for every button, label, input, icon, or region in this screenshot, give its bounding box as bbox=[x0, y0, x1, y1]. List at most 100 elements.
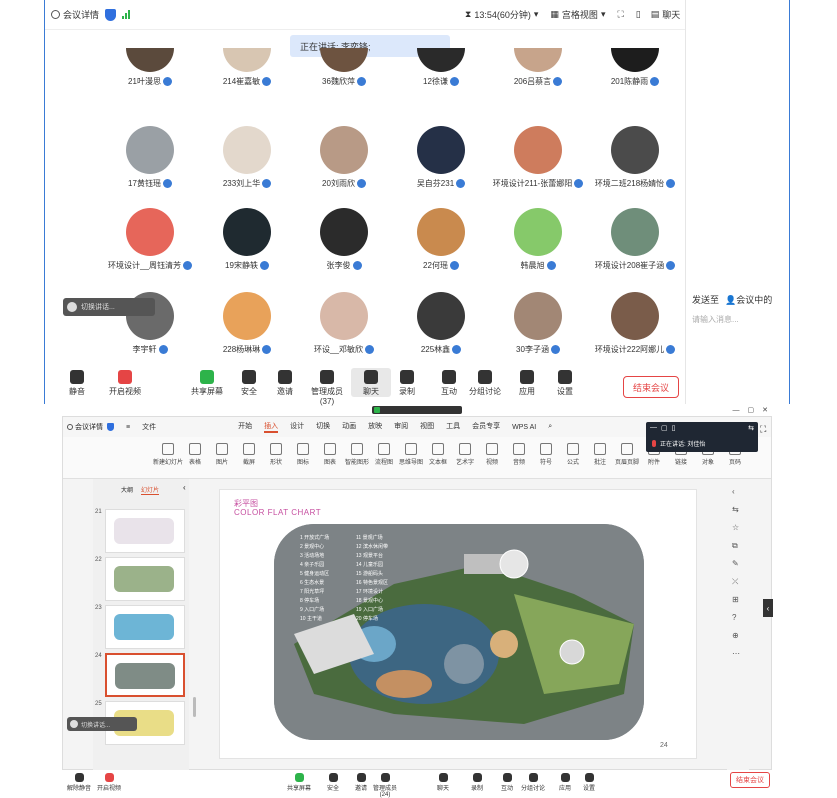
participant-tile[interactable]: 19宋静轶 bbox=[192, 208, 302, 271]
wps-details[interactable]: 会议详情 bbox=[67, 422, 103, 432]
participant-tile[interactable]: 30李子涵 bbox=[483, 292, 593, 355]
side-tool-icon[interactable]: ⋯ bbox=[732, 649, 740, 658]
wps-tab[interactable]: 视图 bbox=[420, 421, 434, 433]
search-icon[interactable]: ⌕ bbox=[548, 423, 552, 431]
ribbon-button[interactable]: 形状 bbox=[261, 443, 291, 466]
menu-file[interactable]: 文件 bbox=[142, 422, 156, 432]
toolbar-members-button[interactable]: 管理成员(24) bbox=[368, 770, 402, 798]
wps-tab[interactable]: 工具 bbox=[446, 421, 460, 433]
toolbar-breakout-button[interactable]: 分组讨论 bbox=[516, 770, 550, 792]
slide-thumbnail[interactable] bbox=[105, 509, 185, 553]
ribbon-button[interactable]: 文本框 bbox=[423, 443, 453, 466]
side-tool-icon[interactable]: ⤫ bbox=[732, 577, 738, 587]
layout-icon[interactable]: ▯ bbox=[636, 9, 641, 20]
participant-tile[interactable]: 环境设计211-张蕾娜阳 bbox=[483, 126, 593, 189]
collapse-icon[interactable]: ‹ bbox=[183, 483, 186, 492]
ribbon-button[interactable]: 符号 bbox=[531, 443, 561, 466]
wps-tab[interactable]: 切换 bbox=[316, 421, 330, 433]
tab-outline[interactable]: 大纲 bbox=[121, 485, 133, 495]
participant-tile[interactable]: 17黄钰瑶 bbox=[95, 126, 205, 189]
participant-tile[interactable]: 张李俊 bbox=[289, 208, 399, 271]
view-mode-button[interactable]: ▦ 宫格视图 ▾ bbox=[550, 8, 605, 21]
toolbar-record-button[interactable]: 录制 bbox=[387, 368, 427, 397]
participant-tile[interactable]: 环境设计208崔子涵 bbox=[580, 208, 690, 271]
participant-tile[interactable]: 36魏欣萍 bbox=[289, 48, 399, 87]
participant-tile[interactable]: 21叶漫思 bbox=[95, 48, 205, 87]
maximize-icon[interactable]: ▢ bbox=[748, 406, 755, 414]
mini-settings-icon[interactable]: ⇆ bbox=[748, 424, 754, 432]
side-tool-icon[interactable]: ‹ bbox=[732, 487, 735, 496]
wps-tab[interactable]: 放映 bbox=[368, 421, 382, 433]
participant-tile[interactable]: 韩晨旭 bbox=[483, 208, 593, 271]
participant-tile[interactable]: 环境二班218杨婧怡 bbox=[580, 126, 690, 189]
security-shield-icon[interactable] bbox=[105, 8, 117, 21]
toolbar-interact-button[interactable]: 互动 bbox=[429, 368, 469, 397]
thumb-scrollbar[interactable] bbox=[193, 697, 196, 717]
wps-tab[interactable]: 设计 bbox=[290, 421, 304, 433]
wps-tab[interactable]: 审阅 bbox=[394, 421, 408, 433]
wps-ai-button[interactable]: WPS AI bbox=[512, 424, 536, 431]
participant-tile[interactable]: 233刘上华 bbox=[192, 126, 302, 189]
participant-tile[interactable]: 214崔嘉敏 bbox=[192, 48, 302, 87]
ribbon-button[interactable]: 智能图形 bbox=[342, 443, 372, 466]
toolbar-members-button[interactable]: 管理成员(37) bbox=[307, 368, 347, 406]
ribbon-button[interactable]: 音频 bbox=[504, 443, 534, 466]
ribbon-button[interactable]: 图标 bbox=[288, 443, 318, 466]
ribbon-button[interactable]: 艺术字 bbox=[450, 443, 480, 466]
lower-end-meeting-button[interactable]: 结束会议 bbox=[730, 772, 770, 788]
participant-tile[interactable]: 201陈静雨 bbox=[580, 48, 690, 87]
participant-tile[interactable]: 206吕蔡言 bbox=[483, 48, 593, 87]
ribbon-button[interactable]: 视频 bbox=[477, 443, 507, 466]
participant-tile[interactable]: 吴自芬231 bbox=[386, 126, 496, 189]
side-tool-icon[interactable]: ☆ bbox=[732, 523, 739, 532]
participant-tile[interactable]: 22何瑶 bbox=[386, 208, 496, 271]
toolbar-mute-button[interactable]: 静音 bbox=[57, 368, 97, 397]
meeting-timer[interactable]: ⧗ 13:54(60分钟) ▾ bbox=[465, 8, 538, 21]
minimize-icon[interactable]: — bbox=[733, 407, 740, 414]
toolbar-record-button[interactable]: 录制 bbox=[460, 770, 494, 792]
side-tool-icon[interactable]: ⧉ bbox=[732, 541, 738, 551]
participant-tile[interactable]: 环设__邓敏欣 bbox=[289, 292, 399, 355]
chat-target-select[interactable]: 👤会议中的 bbox=[725, 293, 772, 306]
participant-tile[interactable]: 225林鑫 bbox=[386, 292, 496, 355]
toolbar-video-button[interactable]: 开启视频 bbox=[105, 368, 145, 397]
ribbon-button[interactable]: 表格 bbox=[180, 443, 210, 466]
slide-thumbnail[interactable] bbox=[105, 557, 185, 601]
signal-icon[interactable] bbox=[122, 10, 131, 19]
toolbar-mute-button[interactable]: 解除静音 bbox=[62, 770, 96, 792]
ribbon-button[interactable]: 图表 bbox=[315, 443, 345, 466]
chat-input[interactable]: 请输入消息... bbox=[692, 314, 739, 325]
side-tool-icon[interactable]: ? bbox=[732, 613, 736, 622]
side-tool-icon[interactable]: ⇆ bbox=[732, 505, 739, 514]
ribbon-button[interactable]: 思维导图 bbox=[396, 443, 426, 466]
participant-tile[interactable]: 环境设计__周钰清芳 bbox=[95, 208, 205, 271]
ribbon-button[interactable]: 页眉页脚 bbox=[612, 443, 642, 466]
slide-thumbnail[interactable] bbox=[105, 653, 185, 697]
wps-tab[interactable]: 插入 bbox=[264, 421, 279, 433]
participant-tile[interactable]: 228杨琳琳 bbox=[192, 292, 302, 355]
menu-icon[interactable]: ≡ bbox=[126, 424, 130, 431]
panel-expand-icon[interactable]: ‹ bbox=[763, 599, 773, 617]
slide-thumbnail[interactable] bbox=[105, 605, 185, 649]
wps-tab[interactable]: 动画 bbox=[342, 421, 356, 433]
end-meeting-button[interactable]: 结束会议 bbox=[623, 376, 679, 398]
ribbon-button[interactable]: 批注 bbox=[585, 443, 615, 466]
ribbon-button[interactable]: 新建幻灯片 bbox=[153, 443, 183, 466]
expand-icon[interactable]: ⛶ bbox=[760, 424, 766, 435]
toolbar-invite-button[interactable]: 邀请 bbox=[265, 368, 305, 397]
toolbar-security-button[interactable]: 安全 bbox=[229, 368, 269, 397]
toolbar-settings-button[interactable]: 设置 bbox=[572, 770, 606, 792]
meeting-details-button[interactable]: 会议详情 bbox=[51, 8, 99, 21]
ribbon-button[interactable]: 图片 bbox=[207, 443, 237, 466]
tab-slides[interactable]: 幻灯片 bbox=[141, 485, 160, 495]
participant-tile[interactable]: 12徐谦 bbox=[386, 48, 496, 87]
toolbar-video-button[interactable]: 开启视频 bbox=[92, 770, 126, 792]
participant-tile[interactable]: 20刘雨欣 bbox=[289, 126, 399, 189]
side-tool-icon[interactable]: ⊕ bbox=[732, 631, 739, 640]
side-tool-icon[interactable]: ⊞ bbox=[732, 595, 739, 604]
toolbar-chat-button[interactable]: 聊天 bbox=[426, 770, 460, 792]
restore-icon[interactable]: ▢ bbox=[661, 424, 668, 432]
wps-tab[interactable]: 开始 bbox=[238, 421, 252, 433]
close-icon[interactable]: ✕ bbox=[762, 406, 768, 414]
ribbon-button[interactable]: 流程图 bbox=[369, 443, 399, 466]
